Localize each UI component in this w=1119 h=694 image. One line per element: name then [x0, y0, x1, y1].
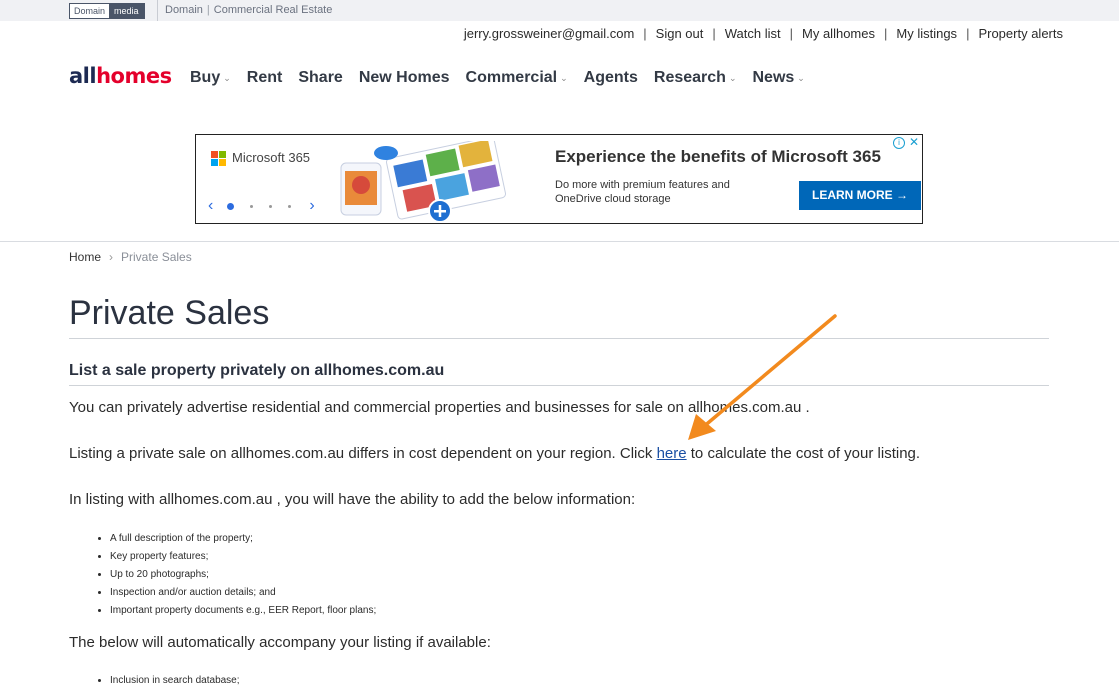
list-item: Important property documents e.g., EER R… — [110, 602, 376, 620]
commercial-real-estate-link[interactable]: Commercial Real Estate — [214, 4, 333, 16]
section-heading: List a sale property privately on allhom… — [69, 362, 445, 379]
pipe-separator: | — [643, 26, 647, 41]
microsoft-logo-icon — [211, 151, 226, 166]
domain-media-logo[interactable]: Domain media — [69, 3, 145, 19]
chevron-down-icon: ⌄ — [797, 72, 805, 83]
pipe-separator: | — [789, 26, 794, 41]
logo-all-text: all — [69, 64, 97, 88]
nav-buy[interactable]: Buy ⌄ — [190, 69, 231, 87]
nav-commercial-label: Commercial — [465, 69, 558, 86]
breadcrumb-current: Private Sales — [121, 250, 192, 264]
pipe-separator: | — [712, 26, 716, 41]
allhomes-logo[interactable]: allhomes — [69, 64, 172, 88]
nav-rent-label: Rent — [246, 69, 283, 86]
calculate-cost-link[interactable]: here — [657, 445, 687, 462]
chevron-down-icon: ⌄ — [560, 72, 568, 83]
pipe-separator: | — [206, 4, 210, 16]
top-strip: Domain media Domain | Commercial Real Esta… — [0, 0, 1119, 21]
learn-more-button[interactable]: LEARN MORE → — [799, 181, 921, 210]
main-nav: Buy ⌄ Rent Share New Homes Commercial ⌄ Ag… — [190, 69, 821, 87]
carousel-dot[interactable] — [288, 204, 292, 208]
chevron-left-icon[interactable]: ‹ — [208, 197, 213, 215]
nav-agents[interactable]: Agents — [584, 69, 638, 87]
nav-research-label: Research — [653, 69, 726, 86]
property-alerts-link[interactable]: Property alerts — [978, 26, 1063, 41]
nav-buy-label: Buy — [190, 69, 221, 86]
chevron-down-icon: ⌄ — [223, 72, 231, 83]
ad-close-icon[interactable]: ✕ — [909, 135, 919, 149]
advertisement-banner[interactable]: Microsoft 365 ‹ › Experience the benefit… — [195, 134, 923, 224]
media-logo-text: media — [109, 4, 144, 18]
auto-items-list: Inclusion in search database; — [92, 672, 240, 690]
user-email-link[interactable]: jerry.grossweiner@gmail.com — [464, 26, 634, 41]
list-item: Inspection and/or auction details; and — [110, 584, 376, 602]
ad-brand-name: Microsoft 365 — [232, 150, 311, 165]
cost-text-before: Listing a private sale on allhomes.com.a… — [69, 445, 657, 462]
ad-illustration-image — [340, 141, 506, 221]
section-divider — [69, 385, 1049, 386]
list-item: Key property features; — [110, 548, 376, 566]
pipe-separator: | — [883, 26, 888, 41]
top-strip-divider — [157, 0, 158, 21]
breadcrumb: Home › Private Sales — [69, 250, 192, 264]
carousel-dot[interactable] — [250, 204, 254, 208]
cost-text-after: to calculate the cost of your listing. — [686, 445, 921, 462]
ad-subline: Do more with premium features and OneDri… — [555, 179, 730, 205]
nav-research[interactable]: Research ⌄ — [654, 69, 737, 87]
pipe-separator: | — [966, 26, 970, 41]
header-divider — [0, 241, 1119, 242]
breadcrumb-home-link[interactable]: Home — [69, 250, 101, 264]
domain-link[interactable]: Domain — [165, 4, 203, 16]
intro-paragraph: You can privately advertise residential … — [69, 399, 810, 416]
list-item: Inclusion in search database; — [110, 672, 240, 690]
sign-out-link[interactable]: Sign out — [656, 26, 704, 41]
nav-new-homes[interactable]: New Homes — [359, 69, 450, 87]
ad-carousel-controls: ‹ › — [208, 197, 315, 215]
top-strip-links: Domain | Commercial Real Estate — [165, 3, 332, 17]
logo-homes-text: homes — [96, 64, 172, 88]
ad-headline: Experience the benefits of Microsoft 365 — [555, 147, 881, 166]
watch-list-link[interactable]: Watch list — [725, 26, 781, 41]
auto-paragraph: The below will automatically accompany y… — [69, 634, 491, 651]
nav-news[interactable]: News ⌄ — [752, 69, 804, 87]
page-title: Private Sales — [69, 294, 270, 332]
my-listings-link[interactable]: My listings — [896, 26, 957, 41]
nav-commercial[interactable]: Commercial ⌄ — [466, 69, 568, 87]
nav-rent[interactable]: Rent — [247, 69, 283, 87]
carousel-dot-active[interactable] — [227, 202, 235, 210]
nav-new-homes-label: New Homes — [358, 69, 450, 86]
ad-info-icon[interactable]: i — [893, 137, 905, 149]
breadcrumb-chevron-icon: › — [109, 250, 114, 264]
nav-share-label: Share — [298, 69, 343, 86]
carousel-dot[interactable] — [269, 204, 273, 208]
domain-logo-text: Domain — [70, 4, 110, 18]
annotation-arrow-icon — [688, 314, 837, 440]
nav-agents-label: Agents — [583, 69, 638, 86]
user-links: jerry.grossweiner@gmail.com | Sign out |… — [464, 26, 1063, 41]
cost-paragraph: Listing a private sale on allhomes.com.a… — [69, 445, 920, 462]
nav-news-label: News — [752, 69, 795, 86]
title-divider — [69, 338, 1049, 339]
list-item: A full description of the property; — [110, 530, 376, 548]
ability-paragraph: In listing with allhomes.com.au , you wi… — [69, 491, 636, 508]
list-item: Up to 20 photographs; — [110, 566, 376, 584]
chevron-down-icon: ⌄ — [728, 72, 737, 83]
my-allhomes-link[interactable]: My allhomes — [802, 26, 875, 41]
chevron-right-icon[interactable]: › — [309, 197, 314, 215]
nav-share[interactable]: Share — [298, 69, 342, 87]
features-list: A full description of the property; Key … — [92, 530, 376, 620]
